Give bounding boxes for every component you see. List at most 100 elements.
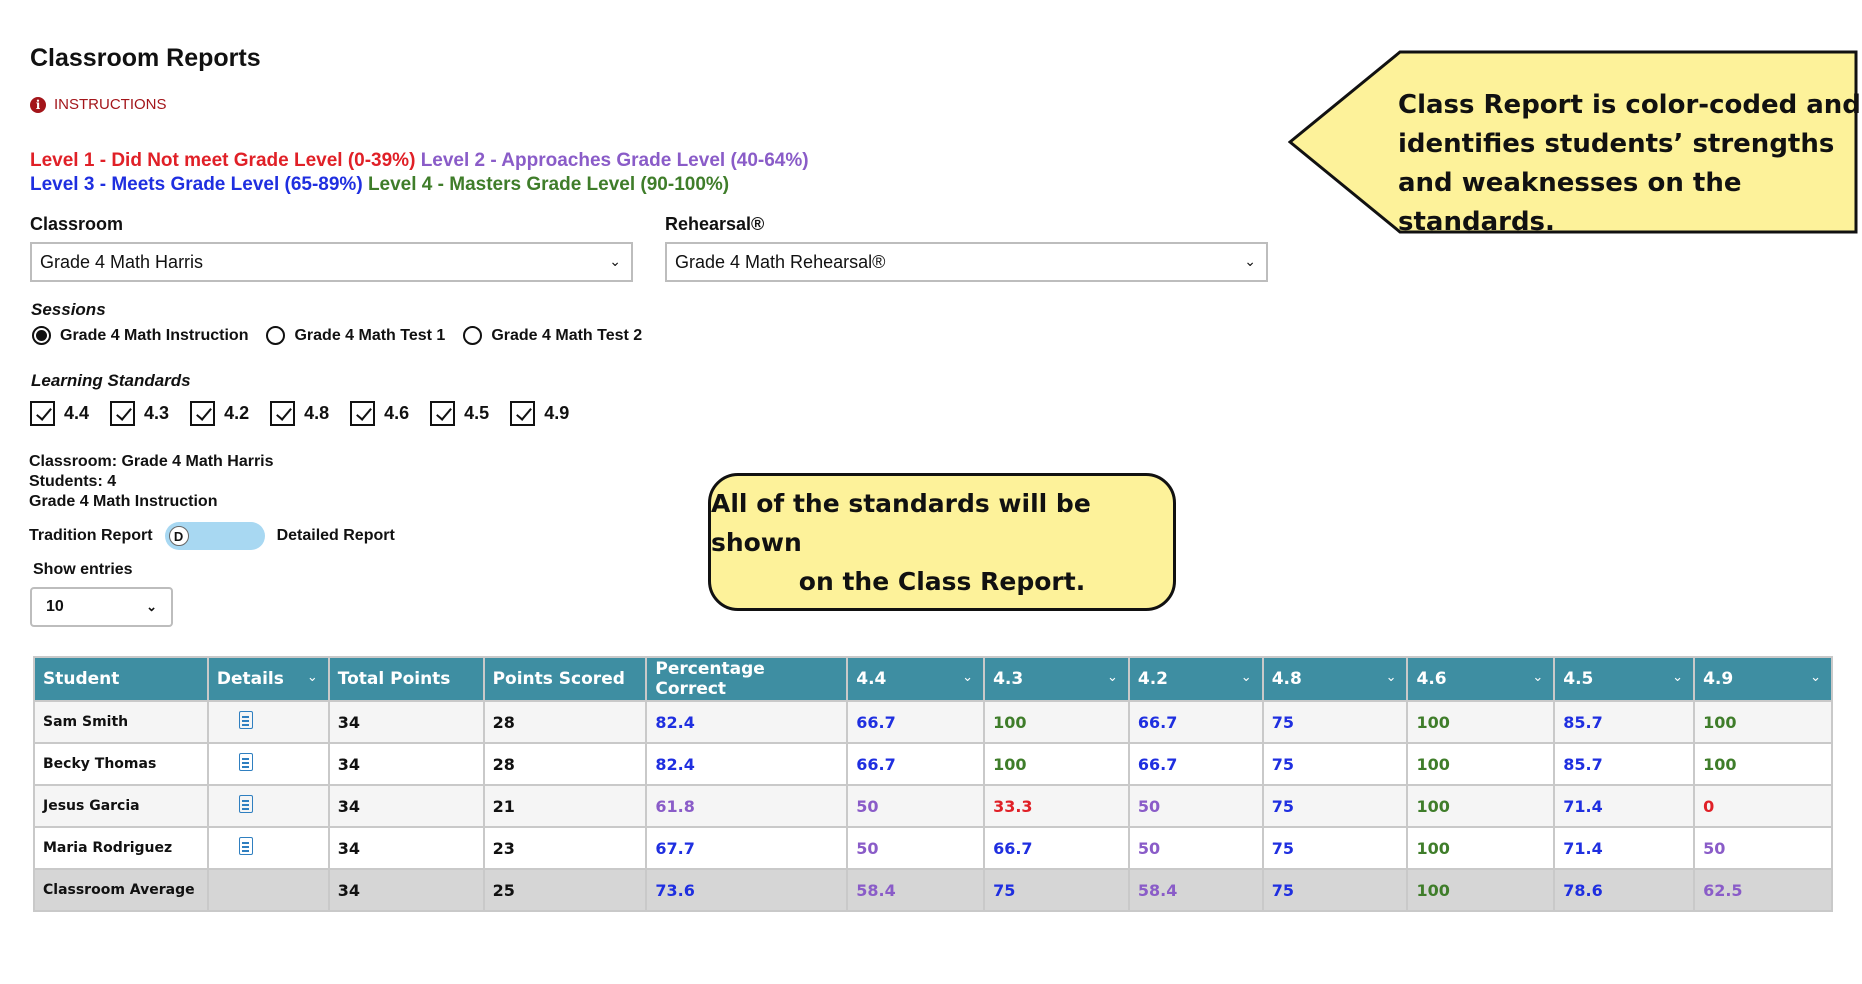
summary-students: Students: 4 bbox=[29, 473, 117, 490]
standard-score-cell: 50 bbox=[1127, 784, 1264, 828]
column-header-4-4[interactable]: 4.4 ⌄ bbox=[846, 656, 986, 702]
classroom-select-value: Grade 4 Math Harris bbox=[40, 251, 204, 272]
page-title: Classroom Reports bbox=[30, 44, 261, 72]
radio-icon[interactable] bbox=[463, 326, 483, 345]
sessions-radio-group: Grade 4 Math Instruction Grade 4 Math Te… bbox=[32, 326, 660, 345]
show-entries-value: 10 bbox=[46, 598, 64, 615]
header-label: Percentage Correct bbox=[655, 659, 765, 699]
standard-checkbox-4-2[interactable]: 4.2 bbox=[190, 401, 249, 426]
column-header-total-points[interactable]: Total Points bbox=[327, 656, 485, 702]
session-option-test-1[interactable]: Grade 4 Math Test 1 bbox=[266, 326, 445, 345]
student-name: Jesus Garcia bbox=[33, 784, 209, 828]
checkbox-checked-icon[interactable] bbox=[510, 401, 536, 426]
details-cell[interactable] bbox=[206, 742, 330, 786]
sort-icon[interactable]: ⌄ bbox=[1532, 670, 1543, 685]
document-icon[interactable] bbox=[238, 795, 253, 813]
points-scored-cell: 28 bbox=[482, 700, 648, 744]
checkbox-checked-icon[interactable] bbox=[190, 401, 216, 426]
table-row: Becky Thomas 34 28 82.4 66.7 100 66.7 75 100 85.7… bbox=[33, 742, 1833, 786]
header-label: Details bbox=[216, 669, 284, 689]
checkbox-checked-icon[interactable] bbox=[110, 401, 136, 426]
checkbox-checked-icon[interactable] bbox=[270, 401, 296, 426]
column-header-4-8[interactable]: 4.8 ⌄ bbox=[1261, 656, 1409, 702]
column-header-details[interactable]: Details ⌄ bbox=[206, 656, 330, 702]
session-option-test-2[interactable]: Grade 4 Math Test 2 bbox=[463, 326, 642, 345]
chevron-down-icon: ⌄ bbox=[146, 599, 157, 614]
level-legend: Level 1 - Did Not meet Grade Level (0-39… bbox=[30, 149, 809, 197]
header-label: 4.9 bbox=[1703, 669, 1734, 689]
column-header-4-6[interactable]: 4.6 ⌄ bbox=[1406, 656, 1556, 702]
checkbox-checked-icon[interactable] bbox=[350, 401, 376, 426]
details-cell[interactable] bbox=[206, 700, 330, 744]
standard-checkbox-4-8[interactable]: 4.8 bbox=[270, 401, 329, 426]
standard-label: 4.5 bbox=[464, 403, 490, 423]
session-option-instruction[interactable]: Grade 4 Math Instruction bbox=[32, 326, 248, 345]
radio-selected-icon[interactable] bbox=[32, 326, 51, 345]
checkbox-checked-icon[interactable] bbox=[30, 401, 55, 426]
standard-score-cell: 100 bbox=[1406, 742, 1556, 786]
standard-score-cell: 50 bbox=[846, 784, 986, 828]
document-icon[interactable] bbox=[238, 753, 253, 771]
instructions-label: INSTRUCTIONS bbox=[54, 96, 167, 113]
callout-line: Class Report is color-coded and bbox=[1398, 90, 1861, 120]
instructions-link[interactable]: i INSTRUCTIONS bbox=[30, 96, 167, 113]
show-entries-select[interactable]: 10 ⌄ bbox=[30, 587, 173, 627]
standard-checkbox-4-3[interactable]: 4.3 bbox=[110, 401, 169, 426]
toggle-knob[interactable]: D bbox=[168, 526, 189, 546]
header-label: Student bbox=[43, 669, 120, 689]
standard-label: 4.4 bbox=[64, 403, 90, 423]
standard-label: 4.3 bbox=[144, 403, 170, 423]
tradition-report-label: Tradition Report bbox=[29, 527, 153, 544]
level-2-label: Level 2 - Approaches Grade Level (40-64%… bbox=[420, 150, 809, 171]
table-row: Maria Rodriguez 34 23 67.7 50 66.7 50 75 100 71.4… bbox=[33, 826, 1833, 870]
column-header-student[interactable]: Student bbox=[33, 656, 209, 702]
sort-icon[interactable]: ⌄ bbox=[1241, 670, 1252, 685]
column-header-4-3[interactable]: 4.3 ⌄ bbox=[983, 656, 1130, 702]
student-name: Classroom Average bbox=[33, 868, 209, 912]
student-name: Sam Smith bbox=[33, 700, 209, 744]
report-type-toggle[interactable]: D bbox=[164, 522, 265, 550]
column-header-4-2[interactable]: 4.2 ⌄ bbox=[1127, 656, 1264, 702]
column-header-4-5[interactable]: 4.5 ⌄ bbox=[1553, 656, 1696, 702]
callout-line: and weaknesses on the standards. bbox=[1398, 168, 1742, 237]
standard-checkbox-4-4[interactable]: 4.4 bbox=[30, 401, 89, 426]
column-header-points-scored[interactable]: Points Scored bbox=[482, 656, 648, 702]
sort-icon[interactable]: ⌄ bbox=[1672, 670, 1683, 685]
rehearsal-label: Rehearsal® bbox=[665, 214, 765, 234]
sort-icon[interactable]: ⌄ bbox=[307, 670, 318, 685]
level-3-label: Level 3 - Meets Grade Level (65-89%) bbox=[30, 174, 363, 195]
sort-icon[interactable]: ⌄ bbox=[1810, 670, 1821, 685]
standard-score-cell: 100 bbox=[983, 700, 1130, 744]
details-cell[interactable] bbox=[206, 826, 330, 870]
document-icon[interactable] bbox=[238, 711, 253, 729]
radio-icon[interactable] bbox=[266, 326, 286, 345]
sort-icon[interactable]: ⌄ bbox=[1386, 670, 1397, 685]
sort-icon[interactable]: ⌄ bbox=[1107, 670, 1118, 685]
sort-icon[interactable]: ⌄ bbox=[962, 670, 973, 685]
checkbox-checked-icon[interactable] bbox=[430, 401, 456, 426]
points-scored-cell: 28 bbox=[482, 742, 648, 786]
standard-score-cell: 50 bbox=[1693, 826, 1833, 870]
standard-score-cell: 66.7 bbox=[846, 742, 986, 786]
summary-classroom: Classroom: Grade 4 Math Harris bbox=[29, 453, 274, 470]
column-header-4-9[interactable]: 4.9 ⌄ bbox=[1693, 656, 1833, 702]
learning-standards-label: Learning Standards bbox=[31, 371, 191, 390]
chevron-down-icon: ⌄ bbox=[1244, 253, 1256, 269]
standard-score-cell: 66.7 bbox=[846, 700, 986, 744]
rehearsal-select[interactable]: Grade 4 Math Rehearsal® ⌄ bbox=[665, 242, 1268, 282]
standard-score-cell: 66.7 bbox=[1127, 700, 1264, 744]
document-icon[interactable] bbox=[238, 837, 253, 855]
standard-score-cell: 85.7 bbox=[1553, 700, 1696, 744]
detailed-report-label: Detailed Report bbox=[276, 527, 395, 544]
standard-score-cell: 100 bbox=[1406, 826, 1556, 870]
details-cell bbox=[206, 868, 330, 912]
classroom-select[interactable]: Grade 4 Math Harris ⌄ bbox=[30, 242, 633, 282]
standard-checkbox-4-6[interactable]: 4.6 bbox=[350, 401, 409, 426]
header-label: Total Points bbox=[337, 669, 451, 689]
standard-checkbox-4-5[interactable]: 4.5 bbox=[430, 401, 489, 426]
column-header-percentage-correct[interactable]: Percentage Correct bbox=[645, 656, 849, 702]
standard-score-cell: 75 bbox=[1261, 700, 1409, 744]
standard-checkbox-4-9[interactable]: 4.9 bbox=[510, 401, 569, 426]
details-cell[interactable] bbox=[206, 784, 330, 828]
table-row: Jesus Garcia 34 21 61.8 50 33.3 50 75 100 71.4 0 bbox=[33, 784, 1833, 828]
